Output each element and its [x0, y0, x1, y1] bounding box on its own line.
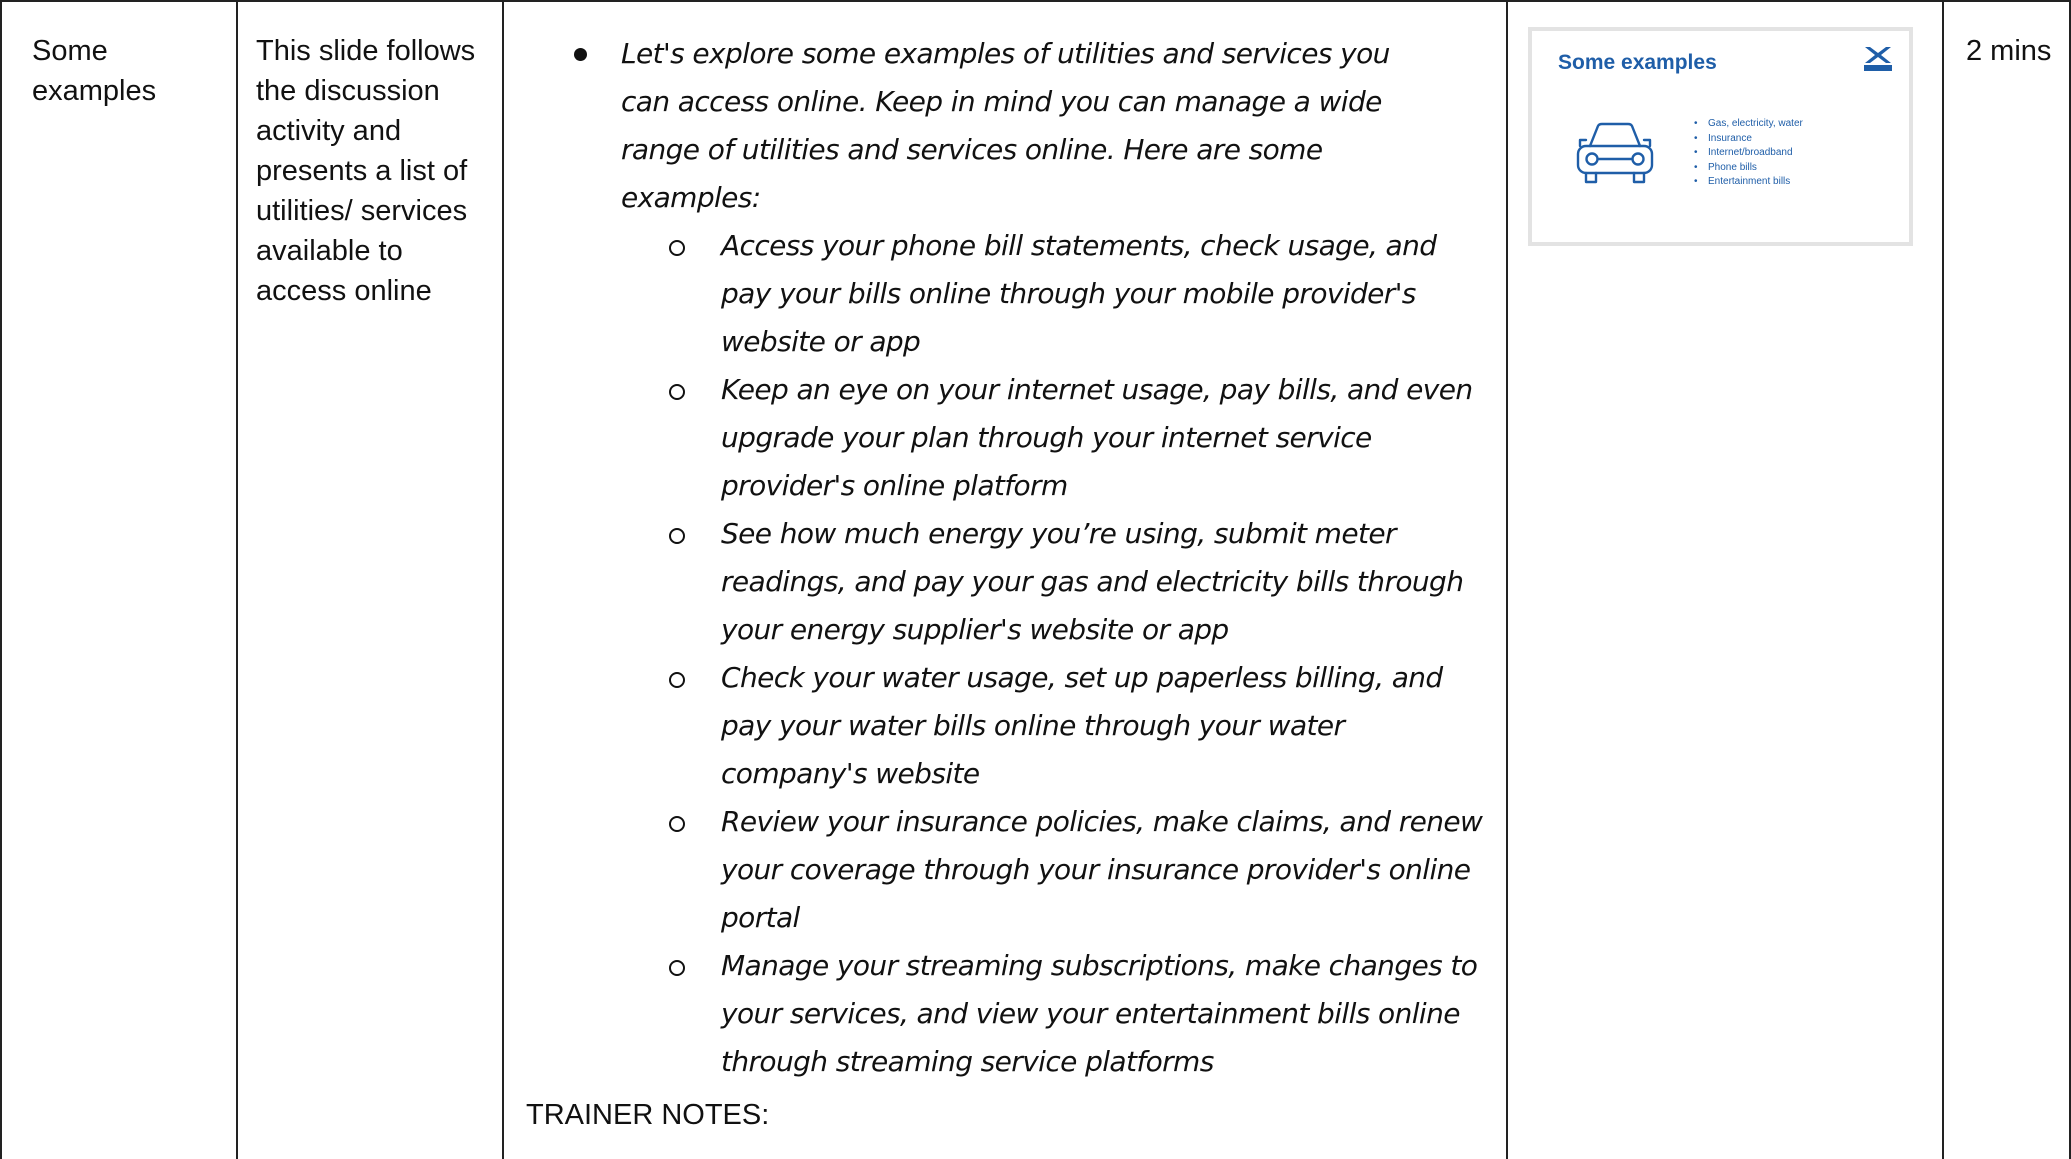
intro-text: Let's explore some examples of utilities…: [621, 37, 1390, 214]
circle-bullet-icon: [669, 240, 685, 256]
description-cell: This slide follows the discussion activi…: [236, 0, 504, 1159]
slide-bullet: Gas, electricity, water: [1692, 117, 1803, 132]
halifax-logo-icon: [1864, 47, 1892, 71]
slide-title: Some examples: [1558, 51, 1717, 74]
list-item: Manage your streaming subscriptions, mak…: [526, 942, 1484, 1086]
topic-cell: Some examples: [0, 0, 238, 1159]
duration-text: 2 mins: [1966, 35, 2052, 67]
circle-bullet-icon: [669, 816, 685, 832]
example-text: Access your phone bill statements, check…: [721, 229, 1437, 358]
list-item: Check your water usage, set up paperless…: [526, 654, 1484, 798]
example-text: Manage your streaming subscriptions, mak…: [721, 949, 1478, 1078]
example-text: Keep an eye on your internet usage, pay …: [721, 373, 1473, 502]
examples-list: Access your phone bill statements, check…: [526, 222, 1484, 1086]
list-item: Keep an eye on your internet usage, pay …: [526, 366, 1484, 510]
example-text: Review your insurance policies, make cla…: [721, 805, 1483, 934]
list-item: See how much energy you’re using, submit…: [526, 510, 1484, 654]
intro-bullet: Let's explore some examples of utilities…: [526, 30, 1484, 222]
circle-bullet-icon: [669, 384, 685, 400]
lesson-plan-table: Some examples This slide follows the dis…: [0, 0, 2071, 1159]
example-text: Check your water usage, set up paperless…: [721, 661, 1443, 790]
duration-cell: 2 mins: [1942, 0, 2071, 1159]
list-item: Access your phone bill statements, check…: [526, 222, 1484, 366]
slide-bullet-list: Gas, electricity, water Insurance Intern…: [1692, 117, 1803, 190]
topic-text: Some examples: [32, 35, 157, 107]
script-cell: Let's explore some examples of utilities…: [502, 0, 1508, 1159]
table-row: Some examples This slide follows the dis…: [0, 0, 2071, 1159]
circle-bullet-icon: [669, 672, 685, 688]
slide-bullet: Phone bills: [1692, 161, 1803, 176]
description-text: This slide follows the discussion activi…: [256, 35, 476, 307]
slide-thumbnail: Some examples • Gas, electricity, water …: [1528, 27, 1913, 246]
script-content: Let's explore some examples of utilities…: [504, 2, 1506, 1086]
bullet-icon: [574, 48, 587, 61]
slide-cell: Some examples • Gas, electricity, water …: [1506, 0, 1944, 1159]
trainer-notes-label: TRAINER NOTES:: [526, 1099, 770, 1131]
circle-bullet-icon: [669, 528, 685, 544]
list-item: Review your insurance policies, make cla…: [526, 798, 1484, 942]
example-text: See how much energy you’re using, submit…: [721, 517, 1464, 646]
slide-bullet: Entertainment bills: [1692, 175, 1803, 190]
car-icon: [1576, 122, 1654, 184]
slide-bullet: Internet/broadband: [1692, 146, 1803, 161]
circle-bullet-icon: [669, 960, 685, 976]
slide-bullet: Insurance: [1692, 132, 1803, 147]
